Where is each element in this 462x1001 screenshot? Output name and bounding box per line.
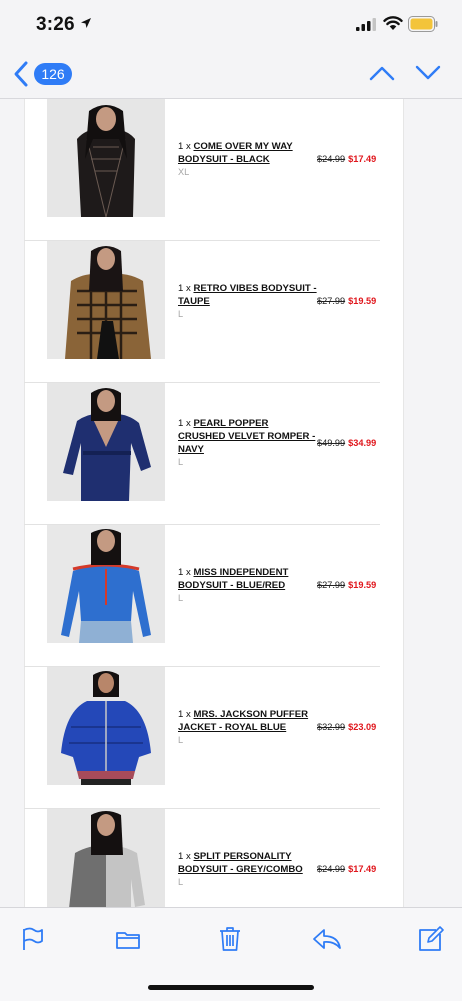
item-prices: $27.99 $19.59 — [317, 580, 376, 590]
chevron-up-icon[interactable] — [368, 64, 396, 82]
item-size: L — [178, 309, 184, 319]
folder-icon[interactable] — [115, 926, 141, 952]
item-quantity: 1 x — [178, 851, 191, 862]
product-image[interactable] — [47, 99, 165, 217]
status-bar: 3:26 — [0, 0, 462, 50]
sale-price: $17.49 — [348, 864, 377, 874]
email-body[interactable]: 1 x COME OVER MY WAY BODYSUIT - BLACK XL… — [0, 99, 462, 907]
product-image[interactable] — [47, 525, 165, 643]
item-size: L — [178, 593, 184, 603]
original-price: $24.99 — [317, 864, 346, 874]
reply-icon[interactable] — [312, 926, 342, 952]
sale-price: $23.09 — [348, 722, 377, 732]
sale-price: $34.99 — [348, 438, 377, 448]
wifi-icon — [383, 16, 403, 30]
item-size: L — [178, 457, 184, 467]
item-size: XL — [178, 167, 190, 177]
item-size: L — [178, 735, 184, 745]
item-size: L — [178, 877, 184, 887]
product-photo-bodysuit-blue-red — [47, 525, 165, 643]
item-quantity: 1 x — [178, 283, 191, 294]
item-quantity: 1 x — [178, 709, 191, 720]
item-name-link[interactable]: MRS. JACKSON PUFFER JACKET - ROYAL BLUE — [178, 709, 308, 733]
product-photo-bodysuit-black — [47, 99, 165, 217]
compose-icon[interactable] — [418, 926, 444, 952]
product-photo-romper-navy — [47, 383, 165, 501]
sale-price: $17.49 — [348, 154, 377, 164]
flag-icon[interactable] — [20, 926, 46, 952]
item-description: 1 x PEARL POPPER CRUSHED VELVET ROMPER -… — [178, 417, 318, 469]
order-item: 1 x MISS INDEPENDENT BODYSUIT - BLUE/RED… — [24, 525, 380, 667]
item-description: 1 x MISS INDEPENDENT BODYSUIT - BLUE/RED… — [178, 566, 318, 605]
item-name-link[interactable]: PEARL POPPER CRUSHED VELVET ROMPER - NAV… — [178, 418, 315, 455]
chevron-left-icon[interactable] — [12, 60, 30, 88]
original-price: $24.99 — [317, 154, 346, 164]
product-image[interactable] — [47, 383, 165, 501]
mail-nav-bar: 126 — [0, 52, 462, 99]
original-price: $27.99 — [317, 296, 346, 306]
trash-icon[interactable] — [217, 926, 243, 952]
product-photo-bodysuit-grey-combo — [47, 809, 165, 907]
order-item: 1 x PEARL POPPER CRUSHED VELVET ROMPER -… — [24, 383, 380, 525]
product-image[interactable] — [47, 241, 165, 359]
order-item: 1 x MRS. JACKSON PUFFER JACKET - ROYAL B… — [24, 667, 380, 809]
order-item: 1 x COME OVER MY WAY BODYSUIT - BLACK XL… — [24, 99, 380, 241]
item-prices: $24.99 $17.49 — [317, 864, 376, 874]
item-name-link[interactable]: COME OVER MY WAY BODYSUIT - BLACK — [178, 141, 293, 165]
item-description: 1 x COME OVER MY WAY BODYSUIT - BLACK XL — [178, 140, 318, 179]
item-name-link[interactable]: SPLIT PERSONALITY BODYSUIT - GREY/COMBO — [178, 851, 303, 875]
item-prices: $24.99 $17.49 — [317, 154, 376, 164]
product-image[interactable] — [47, 667, 165, 785]
product-image[interactable] — [47, 809, 165, 907]
status-time: 3:26 — [36, 14, 75, 35]
product-photo-puffer-jacket-royal-blue — [47, 667, 165, 785]
item-quantity: 1 x — [178, 567, 191, 578]
item-description: 1 x SPLIT PERSONALITY BODYSUIT - GREY/CO… — [178, 850, 318, 889]
battery-icon — [408, 16, 438, 32]
sale-price: $19.59 — [348, 296, 377, 306]
chevron-down-icon[interactable] — [414, 64, 442, 82]
original-price: $27.99 — [317, 580, 346, 590]
item-description: 1 x MRS. JACKSON PUFFER JACKET - ROYAL B… — [178, 708, 318, 747]
cellular-signal-icon — [356, 18, 376, 31]
item-description: 1 x RETRO VIBES BODYSUIT - TAUPE L — [178, 282, 318, 321]
item-quantity: 1 x — [178, 418, 191, 429]
original-price: $32.99 — [317, 722, 346, 732]
original-price: $49.99 — [317, 438, 346, 448]
item-prices: $32.99 $23.09 — [317, 722, 376, 732]
location-arrow-icon — [81, 18, 91, 28]
product-photo-bodysuit-taupe — [47, 241, 165, 359]
item-quantity: 1 x — [178, 141, 191, 152]
item-name-link[interactable]: RETRO VIBES BODYSUIT - TAUPE — [178, 283, 317, 307]
item-prices: $49.99 $34.99 — [317, 438, 376, 448]
home-indicator[interactable] — [148, 985, 314, 990]
order-item: 1 x SPLIT PERSONALITY BODYSUIT - GREY/CO… — [24, 809, 380, 907]
item-prices: $27.99 $19.59 — [317, 296, 376, 306]
item-name-link[interactable]: MISS INDEPENDENT BODYSUIT - BLUE/RED — [178, 567, 288, 591]
unread-count-badge[interactable]: 126 — [34, 63, 72, 85]
sale-price: $19.59 — [348, 580, 377, 590]
order-item: 1 x RETRO VIBES BODYSUIT - TAUPE L $27.9… — [24, 241, 380, 383]
